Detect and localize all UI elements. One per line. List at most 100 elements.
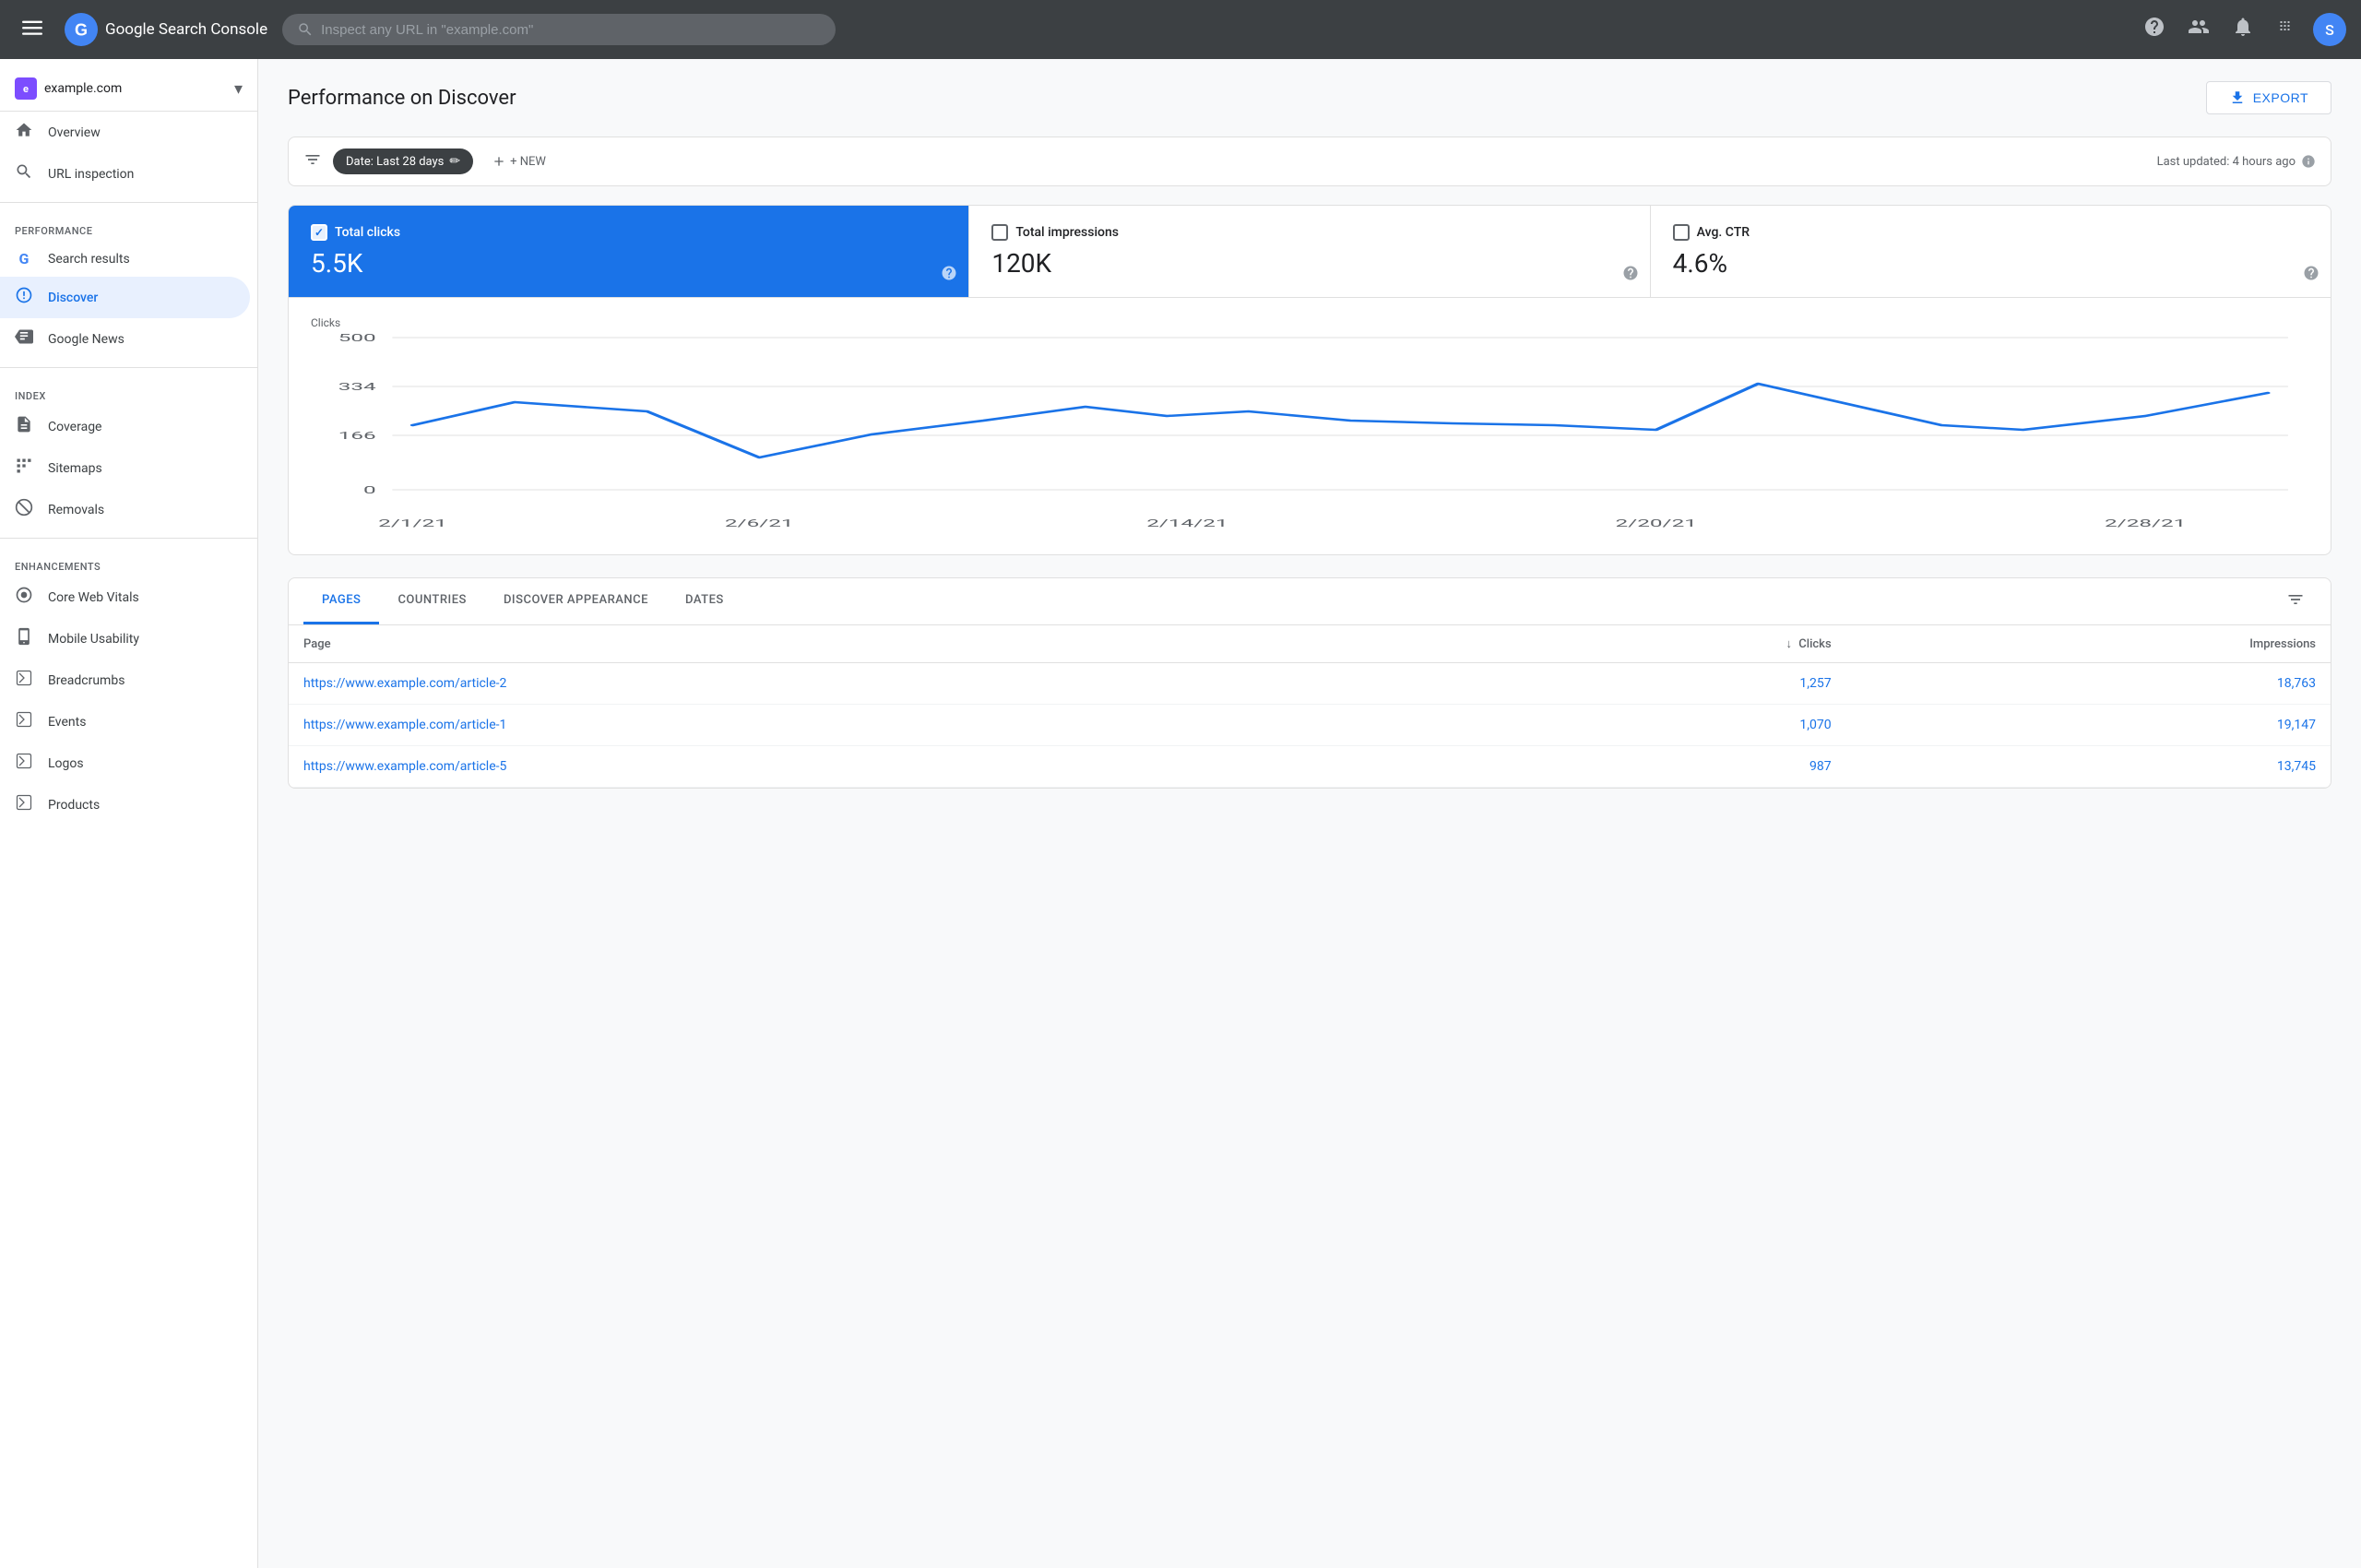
clicks-checkbox [311, 224, 327, 241]
cell-impressions: 18,763 [1846, 663, 2331, 705]
cell-page: https://www.example.com/article-2 [289, 663, 1467, 705]
core-web-vitals-icon [15, 586, 33, 609]
page-link[interactable]: https://www.example.com/article-2 [303, 676, 506, 691]
edit-filter-icon: ✏ [449, 154, 460, 169]
impressions-checkbox [991, 224, 1008, 241]
site-name: example.com [44, 81, 227, 96]
sidebar-item-overview[interactable]: Overview [0, 112, 250, 153]
notifications-icon[interactable] [2225, 8, 2261, 51]
sidebar-divider-1 [0, 202, 257, 203]
user-avatar[interactable]: S [2313, 13, 2346, 46]
table-row: https://www.example.com/article-2 1,257 … [289, 663, 2331, 705]
tab-pages[interactable]: PAGES [303, 578, 379, 624]
tab-discover-appearance[interactable]: DISCOVER APPEARANCE [485, 578, 667, 624]
sidebar-label-logos: Logos [48, 756, 84, 771]
svg-text:2/1/21: 2/1/21 [378, 517, 447, 529]
sidebar-item-breadcrumbs[interactable]: Breadcrumbs [0, 659, 250, 701]
app-name: Google Search Console [105, 20, 267, 39]
sidebar-item-mobile-usability[interactable]: Mobile Usability [0, 618, 250, 659]
home-icon [15, 121, 33, 144]
sidebar-item-search-results[interactable]: G Search results [0, 241, 250, 277]
chart-container: 500 334 166 0 2/1/21 2/6/21 2/14/21 2/20… [311, 333, 2308, 536]
coverage-icon [15, 415, 33, 438]
clicks-value[interactable]: 1,257 [1799, 676, 1831, 691]
impressions-value[interactable]: 13,745 [2277, 759, 2316, 774]
page-link[interactable]: https://www.example.com/article-1 [303, 718, 506, 732]
url-search-input[interactable] [321, 22, 821, 38]
impressions-value[interactable]: 19,147 [2277, 718, 2316, 732]
sidebar-item-google-news[interactable]: Google News [0, 318, 250, 360]
date-filter-chip[interactable]: Date: Last 28 days ✏ [333, 148, 473, 174]
impressions-value: 120K [991, 248, 1627, 279]
col-impressions: Impressions [1846, 625, 2331, 663]
pages-table: Page ↓ Clicks Impressions https:/ [289, 625, 2331, 788]
export-button[interactable]: EXPORT [2206, 81, 2331, 114]
export-label: EXPORT [2253, 90, 2308, 105]
logos-icon [15, 752, 33, 775]
accounts-icon[interactable] [2180, 8, 2217, 51]
clicks-value[interactable]: 987 [1809, 759, 1832, 774]
chart-area: Clicks 500 334 166 0 2/1/21 [288, 298, 2331, 555]
metric-card-header: Avg. CTR [1673, 224, 2308, 241]
page-link[interactable]: https://www.example.com/article-5 [303, 759, 506, 774]
chart-y-label: Clicks [311, 316, 2308, 329]
google-g-icon: G [15, 250, 33, 267]
sidebar-item-logos[interactable]: Logos [0, 742, 250, 784]
sidebar-item-products[interactable]: Products [0, 784, 250, 826]
table-filter-icon[interactable] [2275, 579, 2316, 624]
last-updated-text: Last updated: 4 hours ago [2157, 155, 2296, 169]
performance-section-label: Performance [0, 210, 257, 241]
site-favicon: e [15, 77, 37, 100]
ctr-help-icon[interactable] [2303, 265, 2319, 286]
clicks-label: Total clicks [335, 225, 400, 240]
clicks-help-icon[interactable] [941, 265, 957, 286]
clicks-value: 5.5K [311, 248, 946, 279]
sidebar-item-discover[interactable]: Discover [0, 277, 250, 318]
metric-card-total-clicks[interactable]: Total clicks 5.5K [289, 206, 969, 297]
sidebar-label-google-news: Google News [48, 332, 125, 347]
svg-text:334: 334 [338, 381, 376, 393]
sidebar-item-url-inspection[interactable]: URL inspection [0, 153, 250, 195]
filters-bar: Date: Last 28 days ✏ + NEW Last updated:… [288, 137, 2331, 186]
tab-countries[interactable]: COUNTRIES [379, 578, 485, 624]
add-filter-button[interactable]: + NEW [484, 148, 553, 174]
sidebar-item-events[interactable]: Events [0, 701, 250, 742]
impressions-help-icon[interactable] [1622, 265, 1639, 286]
table-row: https://www.example.com/article-1 1,070 … [289, 705, 2331, 746]
cell-impressions: 19,147 [1846, 705, 2331, 746]
metric-card-avg-ctr[interactable]: Avg. CTR 4.6% [1651, 206, 2331, 297]
news-icon [15, 327, 33, 350]
sidebar-item-core-web-vitals[interactable]: Core Web Vitals [0, 576, 250, 618]
help-icon[interactable] [2136, 8, 2173, 51]
sidebar-label-removals: Removals [48, 503, 104, 517]
apps-icon[interactable] [2269, 8, 2306, 51]
col-page: Page [289, 625, 1467, 663]
ctr-value: 4.6% [1673, 248, 2308, 279]
cell-page: https://www.example.com/article-1 [289, 705, 1467, 746]
svg-text:2/6/21: 2/6/21 [725, 517, 794, 529]
svg-text:500: 500 [338, 333, 376, 344]
last-updated: Last updated: 4 hours ago [2157, 154, 2316, 169]
events-icon [15, 710, 33, 733]
cell-clicks: 1,070 [1467, 705, 1846, 746]
sidebar-label-products: Products [48, 798, 100, 813]
sidebar-item-removals[interactable]: Removals [0, 489, 250, 530]
col-clicks[interactable]: ↓ Clicks [1467, 625, 1846, 663]
cell-clicks: 987 [1467, 746, 1846, 788]
site-selector[interactable]: e example.com ▾ [0, 66, 257, 112]
topnav-actions: S [2136, 8, 2346, 51]
ctr-checkbox [1673, 224, 1690, 241]
index-section-label: Index [0, 375, 257, 406]
clicks-value[interactable]: 1,070 [1799, 718, 1831, 732]
tab-dates[interactable]: DATES [667, 578, 742, 624]
url-search-bar[interactable] [282, 14, 836, 45]
impressions-value[interactable]: 18,763 [2277, 676, 2316, 691]
metric-card-total-impressions[interactable]: Total impressions 120K [969, 206, 1650, 297]
sidebar: e example.com ▾ Overview URL inspection … [0, 59, 258, 1568]
menu-icon[interactable] [15, 10, 50, 50]
sidebar-item-coverage[interactable]: Coverage [0, 406, 250, 447]
date-chip-label: Date: Last 28 days [346, 155, 444, 169]
metric-cards: Total clicks 5.5K Total impressions 120K [288, 205, 2331, 298]
sidebar-item-sitemaps[interactable]: Sitemaps [0, 447, 250, 489]
sidebar-label-coverage: Coverage [48, 420, 101, 434]
